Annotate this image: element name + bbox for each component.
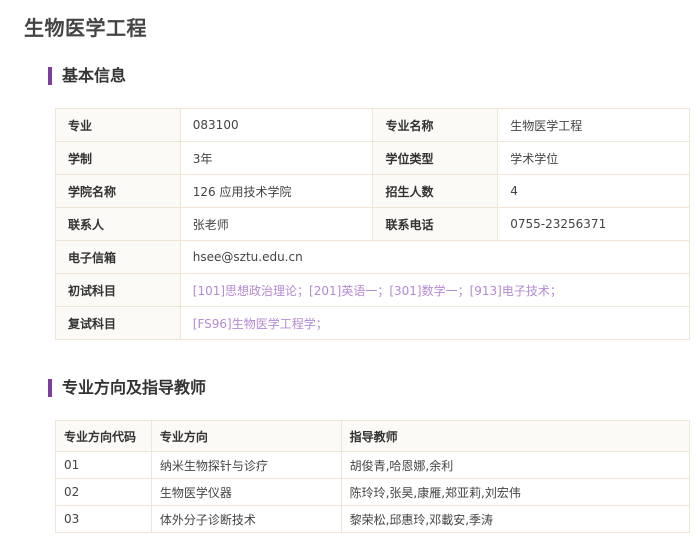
directions-table: 专业方向代码 专业方向 指导教师 01 纳米生物探针与诊疗 胡俊青,哈恩娜,余利…	[55, 420, 691, 533]
table-row: 学制 3年 学位类型 学术学位	[55, 141, 690, 175]
enrollment-label: 招生人数	[372, 174, 499, 208]
direction-advisors: 黎荣松,邱惠玲,邓載安,季涛	[340, 505, 691, 533]
direction-code: 03	[55, 505, 152, 533]
duration-label: 学制	[55, 141, 181, 175]
phone-value: 0755-23256371	[497, 207, 690, 241]
table-row: 复试科目 [FS96]生物医学工程学；	[55, 306, 691, 340]
major-name: 生物医学工程	[497, 108, 690, 142]
college-value: 126 应用技术学院	[179, 174, 374, 208]
direction-code: 02	[55, 478, 152, 506]
major-code: 083100	[179, 108, 374, 142]
enrollment-value: 4	[497, 174, 690, 208]
college-label: 学院名称	[55, 174, 181, 208]
section-title-directions: 专业方向及指导教师	[48, 379, 206, 397]
table-row: 02 生物医学仪器 陈玲玲,张昊,康雁,郑亚莉,刘宏伟	[55, 478, 691, 506]
section-title-basic-info: 基本信息	[48, 67, 126, 85]
table-row: 电子信箱 hsee@sztu.edu.cn	[55, 240, 691, 274]
direction-advisors: 胡俊青,哈恩娜,余利	[340, 451, 691, 479]
contact-value: 张老师	[179, 207, 374, 241]
initial-exam-subjects-link[interactable]: [101]思想政治理论；[201]英语一；[301]数学一；[913]电子技术；	[179, 273, 691, 307]
table-row: 学院名称 126 应用技术学院 招生人数 4	[55, 174, 690, 208]
table-row: 初试科目 [101]思想政治理论；[201]英语一；[301]数学一；[913]…	[55, 273, 691, 307]
column-header-code: 专业方向代码	[55, 420, 152, 452]
major-label: 专业	[55, 108, 181, 142]
contact-label: 联系人	[55, 207, 181, 241]
degree-type-label: 学位类型	[372, 141, 499, 175]
direction-code: 01	[55, 451, 152, 479]
email-label: 电子信箱	[55, 240, 181, 274]
major-name-label: 专业名称	[372, 108, 499, 142]
direction-name: 纳米生物探针与诊疗	[150, 451, 342, 479]
degree-type-value: 学术学位	[497, 141, 690, 175]
basic-info-table: 专业 083100 专业名称 生物医学工程 学制 3年 学位类型 学术学位 学院…	[55, 108, 691, 340]
column-header-direction: 专业方向	[150, 420, 342, 452]
direction-name: 生物医学仪器	[150, 478, 342, 506]
initial-exam-label: 初试科目	[55, 273, 181, 307]
direction-advisors: 陈玲玲,张昊,康雁,郑亚莉,刘宏伟	[340, 478, 691, 506]
table-row: 03 体外分子诊断技术 黎荣松,邱惠玲,邓載安,季涛	[55, 505, 691, 533]
table-row: 专业 083100 专业名称 生物医学工程	[55, 108, 690, 142]
duration-value: 3年	[179, 141, 374, 175]
table-header-row: 专业方向代码 专业方向 指导教师	[55, 420, 691, 452]
column-header-advisors: 指导教师	[340, 420, 691, 452]
table-row: 01 纳米生物探针与诊疗 胡俊青,哈恩娜,余利	[55, 451, 691, 479]
phone-label: 联系电话	[372, 207, 499, 241]
retest-subjects-link[interactable]: [FS96]生物医学工程学；	[179, 306, 691, 340]
page-title: 生物医学工程	[24, 16, 147, 40]
retest-label: 复试科目	[55, 306, 181, 340]
table-row: 联系人 张老师 联系电话 0755-23256371	[55, 207, 690, 241]
email-value: hsee@sztu.edu.cn	[179, 240, 691, 274]
direction-name: 体外分子诊断技术	[150, 505, 342, 533]
